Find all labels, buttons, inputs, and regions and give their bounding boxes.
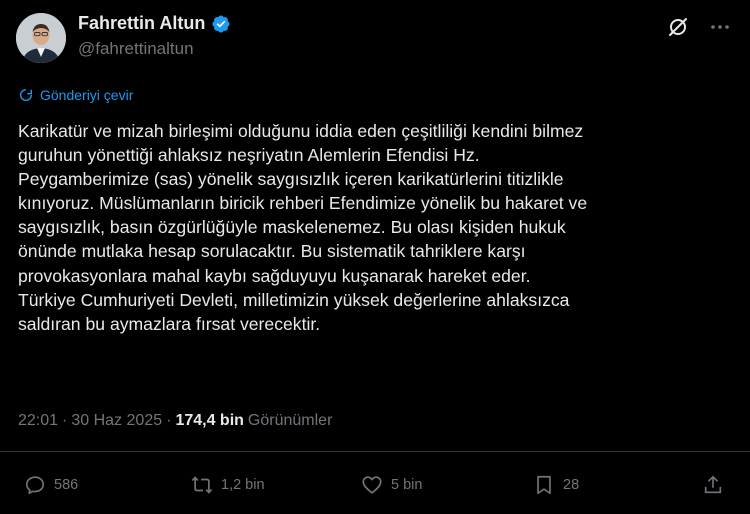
tweet-actions: 586 1,2 bin 5 bin 28	[0, 474, 750, 500]
more-options-icon[interactable]	[708, 15, 732, 39]
repost-count: 1,2 bin	[221, 477, 265, 493]
bookmark-count: 28	[563, 477, 580, 493]
heart-icon	[362, 476, 382, 494]
repost-button[interactable]: 1,2 bin	[191, 474, 265, 496]
bookmark-icon	[537, 475, 551, 495]
author-handle[interactable]: @fahrettinaltun	[78, 39, 194, 59]
verified-badge-icon[interactable]	[211, 14, 231, 34]
tweet-date[interactable]: 30 Haz 2025	[71, 412, 162, 430]
tweet-text: Karikatür ve mizah birleşimi olduğunu id…	[18, 121, 588, 334]
like-button[interactable]: 5 bin	[361, 474, 422, 496]
bookmark-button[interactable]: 28	[533, 474, 579, 496]
avatar-image	[16, 13, 66, 63]
grok-icon[interactable]	[666, 15, 690, 39]
repost-icon	[191, 476, 213, 494]
share-icon	[704, 475, 722, 494]
avatar[interactable]	[16, 13, 66, 63]
views-label: Görünümler	[247, 412, 333, 429]
meta-separator: ·	[166, 412, 172, 429]
views-count: 174,4 bin	[175, 412, 244, 429]
divider	[0, 451, 750, 452]
reply-button[interactable]: 586	[24, 474, 78, 496]
reply-icon	[25, 476, 45, 495]
translate-post-label: Gönderiyi çevir	[40, 87, 134, 103]
tweet-header-actions	[666, 15, 732, 39]
tweet-meta: 22:01 · 30 Haz 2025 · 174,4 bin Görünüml…	[18, 412, 332, 430]
meta-separator: ·	[62, 412, 68, 429]
tweet-time[interactable]: 22:01	[18, 412, 58, 430]
translate-post-link[interactable]: Gönderiyi çevir	[18, 87, 133, 103]
reply-count: 586	[54, 477, 79, 493]
like-count: 5 bin	[391, 477, 423, 493]
share-button[interactable]	[702, 474, 724, 496]
translate-icon	[20, 89, 32, 101]
author-display-name[interactable]: Fahrettin Altun	[78, 13, 205, 34]
author-name-row: Fahrettin Altun	[78, 13, 231, 34]
